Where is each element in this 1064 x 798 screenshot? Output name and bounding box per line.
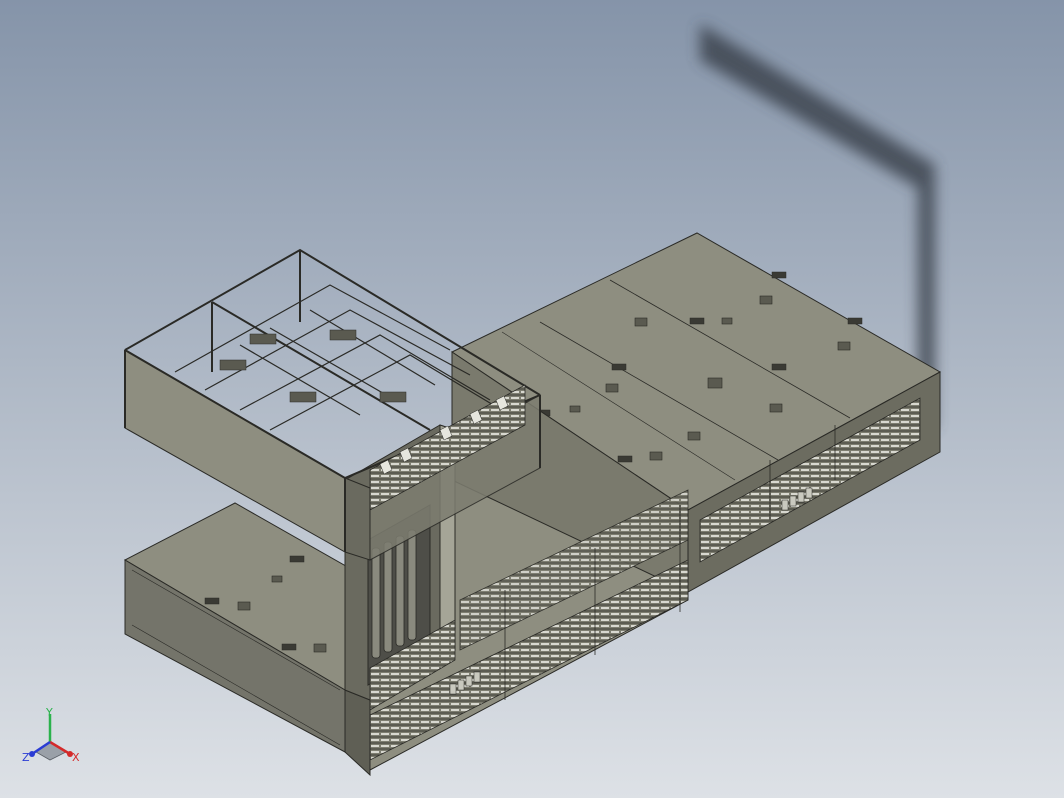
y-axis-label: Y — [45, 706, 53, 719]
cad-scene[interactable]: Y X Z — [0, 0, 1064, 798]
x-axis-label: X — [72, 751, 80, 764]
graphics-viewport[interactable]: Y X Z — [0, 0, 1064, 798]
z-axis-label: Z — [22, 751, 30, 764]
z-axis-tip — [29, 751, 35, 757]
